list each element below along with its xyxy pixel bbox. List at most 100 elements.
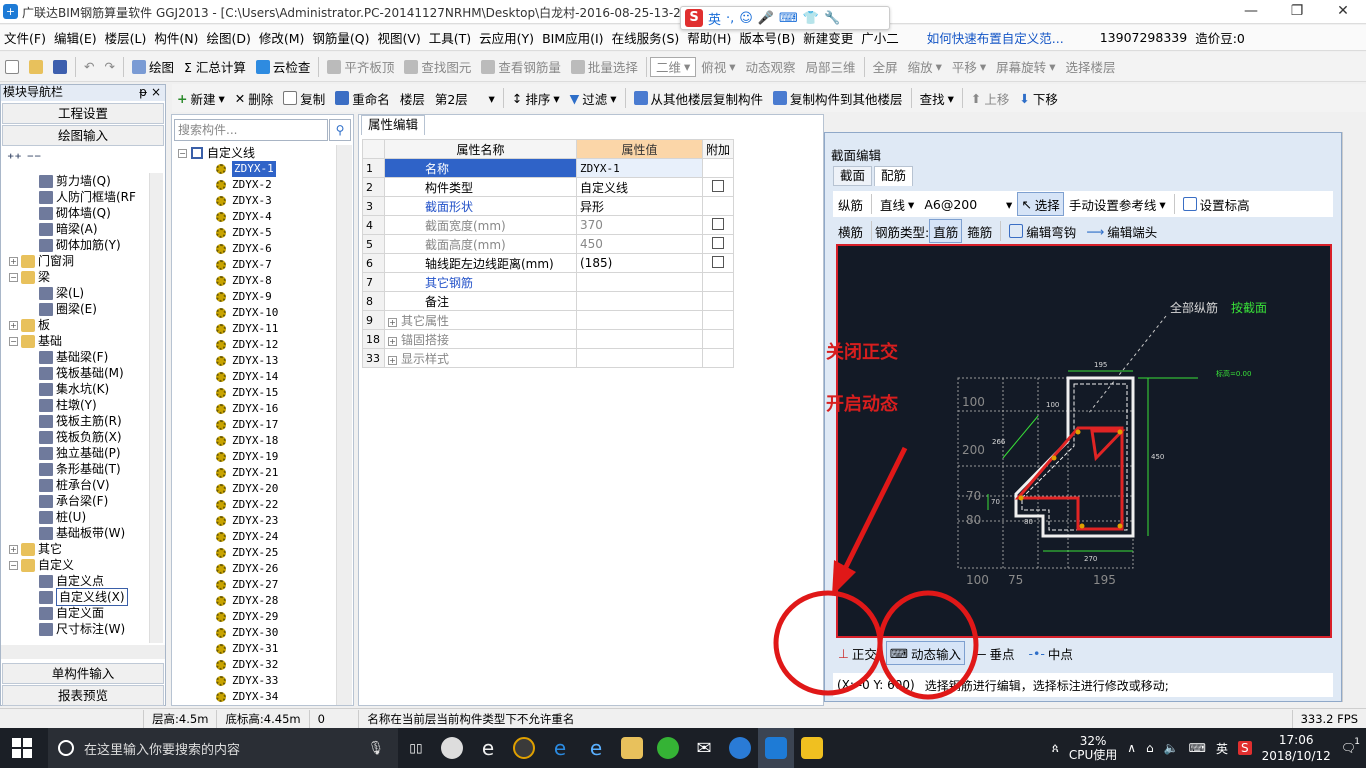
longitudinal-rebar-button[interactable]: 纵筋: [833, 192, 868, 216]
menu-cloud[interactable]: 云应用(Y): [475, 28, 538, 47]
network-icon[interactable]: ⌂: [1146, 741, 1154, 755]
drawing-input-button[interactable]: 绘图输入: [2, 125, 164, 146]
nav-folder[interactable]: − 自定义: [9, 557, 74, 573]
select-tool-button[interactable]: ↖ 选择: [1017, 192, 1064, 216]
chevron-up-icon[interactable]: ∧: [1127, 741, 1136, 755]
property-value-cell[interactable]: 450: [576, 234, 703, 254]
property-row[interactable]: 1 名称 ZDYX-1: [362, 158, 735, 178]
nav-tree-item[interactable]: 圈梁(E): [39, 301, 97, 317]
component-list-item[interactable]: ZDYX-21: [216, 465, 278, 481]
keyboard-icon[interactable]: ⌨: [1189, 741, 1206, 755]
component-list-item[interactable]: ZDYX-14: [216, 369, 278, 385]
component-list-item[interactable]: ZDYX-22: [216, 497, 278, 513]
new-file-button[interactable]: [0, 55, 24, 79]
grid-bottom-dim[interactable]: 75: [1008, 573, 1023, 587]
property-name-cell[interactable]: 截面高度(mm): [384, 234, 577, 254]
nav-tree-item[interactable]: 暗梁(A): [39, 221, 98, 237]
pin-icon[interactable]: ᵽ ×: [139, 85, 161, 100]
nav-tree-item[interactable]: 桩承台(V): [39, 477, 110, 493]
nav-tree-item[interactable]: 筏板基础(M): [39, 365, 124, 381]
nav-tree-item[interactable]: 自定义点: [39, 573, 104, 589]
property-value-cell[interactable]: [576, 291, 703, 311]
dim-100[interactable]: 100: [1046, 401, 1059, 409]
cpu-usage[interactable]: 32% CPU使用: [1069, 734, 1117, 762]
property-extra-cell[interactable]: [701, 196, 735, 216]
nav-tree-item[interactable]: 自定义线(X): [39, 588, 128, 606]
copy-from-floor-button[interactable]: 从其他楼层复制构件: [629, 86, 769, 110]
pan-button[interactable]: 平移 ▾: [947, 55, 991, 79]
edit-hook-button[interactable]: 编辑弯钩: [1004, 219, 1081, 243]
collapse-icon[interactable]: −: [178, 148, 187, 158]
transverse-rebar-button[interactable]: 横筋: [833, 219, 868, 243]
restore-button[interactable]: ❐: [1274, 0, 1320, 24]
component-list-item[interactable]: ZDYX-18: [216, 433, 278, 449]
component-list-item[interactable]: ZDYX-19: [216, 449, 278, 465]
nav-tree-item[interactable]: 砌体墙(Q): [39, 205, 111, 221]
property-row[interactable]: 5 截面高度(mm) 450: [362, 234, 735, 254]
component-list-item[interactable]: ZDYX-25: [216, 545, 278, 561]
property-value-cell[interactable]: [576, 310, 703, 330]
property-name-cell[interactable]: 轴线距左边线距离(mm): [384, 253, 577, 273]
elevation-marker[interactable]: 标高=0.00: [1216, 369, 1251, 378]
menu-assistant[interactable]: 广小二: [857, 28, 903, 47]
floor-select[interactable]: 第2层 ▾: [430, 86, 500, 110]
zoom-button[interactable]: 缩放 ▾: [903, 55, 947, 79]
component-tree-root[interactable]: − 自定义线: [178, 145, 255, 161]
undo-button[interactable]: ↶: [79, 55, 99, 79]
ie-icon[interactable]: e: [470, 728, 506, 768]
stirrup-rebar[interactable]: [1014, 426, 1124, 531]
property-value-cell[interactable]: 自定义线: [576, 177, 703, 197]
dim-80[interactable]: 80: [1024, 518, 1033, 526]
collapse-icon[interactable]: −: [9, 560, 18, 570]
ime-punct-icon[interactable]: ·,: [726, 11, 734, 26]
property-extra-cell[interactable]: [701, 215, 735, 235]
property-name-cell[interactable]: 截面形状: [384, 196, 577, 216]
ime-tools-icon[interactable]: 🔧: [824, 11, 840, 26]
nav-tree-item[interactable]: 人防门框墙(RF: [39, 189, 136, 205]
redo-button[interactable]: ↷: [99, 55, 119, 79]
expand-icon[interactable]: +: [9, 256, 18, 266]
edit-end-button[interactable]: ⟶ 编辑端头: [1081, 219, 1162, 243]
component-list-item[interactable]: ZDYX-6: [216, 241, 272, 257]
property-extra-cell[interactable]: [701, 158, 735, 178]
file-explorer-icon[interactable]: [614, 728, 650, 768]
taskbar-search[interactable]: 在这里输入你要搜索的内容 🎙: [48, 728, 398, 768]
property-checkbox[interactable]: [712, 236, 724, 249]
ime-voice-icon[interactable]: 🎤: [758, 11, 774, 26]
nav-tree-item[interactable]: 桩(U): [39, 509, 86, 525]
copy-component-button[interactable]: 复制: [278, 86, 330, 110]
task-view-icon[interactable]: ▯▯: [398, 728, 434, 768]
expand-icon[interactable]: +: [9, 320, 18, 330]
component-list-item[interactable]: ZDYX-28: [216, 593, 278, 609]
section-canvas[interactable]: 全部纵筋 按截面 195 450 270 100 266 70 80 标高=0.…: [836, 244, 1332, 638]
menu-component[interactable]: 构件(N): [150, 28, 202, 47]
tab-property-edit[interactable]: 属性编辑: [361, 115, 426, 135]
find-element-button[interactable]: 查找图元: [399, 55, 476, 79]
ime-skin-icon[interactable]: 👕: [803, 11, 819, 26]
tab-section[interactable]: 截面: [833, 166, 873, 186]
price-beans[interactable]: 造价豆:0: [1191, 28, 1249, 47]
grid-left-dim[interactable]: 200: [962, 443, 985, 457]
menu-version[interactable]: 版本号(B): [735, 28, 799, 47]
component-list-item[interactable]: ZDYX-32: [216, 657, 278, 673]
close-button[interactable]: ✕: [1320, 0, 1366, 24]
expand-icon[interactable]: +: [9, 544, 18, 554]
menu-file[interactable]: 文件(F): [0, 28, 50, 47]
dim-right[interactable]: 450: [1151, 453, 1164, 461]
nav-scrollbar[interactable]: [149, 173, 163, 643]
property-row[interactable]: 3 截面形状 异形: [362, 196, 735, 216]
set-elevation-button[interactable]: 设置标高: [1178, 192, 1255, 216]
grid-bottom-dim[interactable]: 195: [1093, 573, 1116, 587]
property-checkbox[interactable]: [712, 179, 724, 192]
user-phone[interactable]: 13907298339: [1096, 30, 1191, 45]
property-row[interactable]: 7 其它钢筋: [362, 272, 735, 292]
ref-line-button[interactable]: 手动设置参考线 ▾: [1064, 192, 1171, 216]
expand-icon[interactable]: +: [388, 336, 397, 346]
align-slab-button[interactable]: 平齐板顶: [322, 55, 399, 79]
inner-stirrup-rebar[interactable]: [1090, 429, 1126, 462]
360-icon[interactable]: [650, 728, 686, 768]
open-file-button[interactable]: [24, 55, 48, 79]
property-row[interactable]: 4 截面宽度(mm) 370: [362, 215, 735, 235]
component-list-item[interactable]: ZDYX-20: [216, 481, 278, 497]
expand-icon[interactable]: +: [388, 355, 397, 365]
